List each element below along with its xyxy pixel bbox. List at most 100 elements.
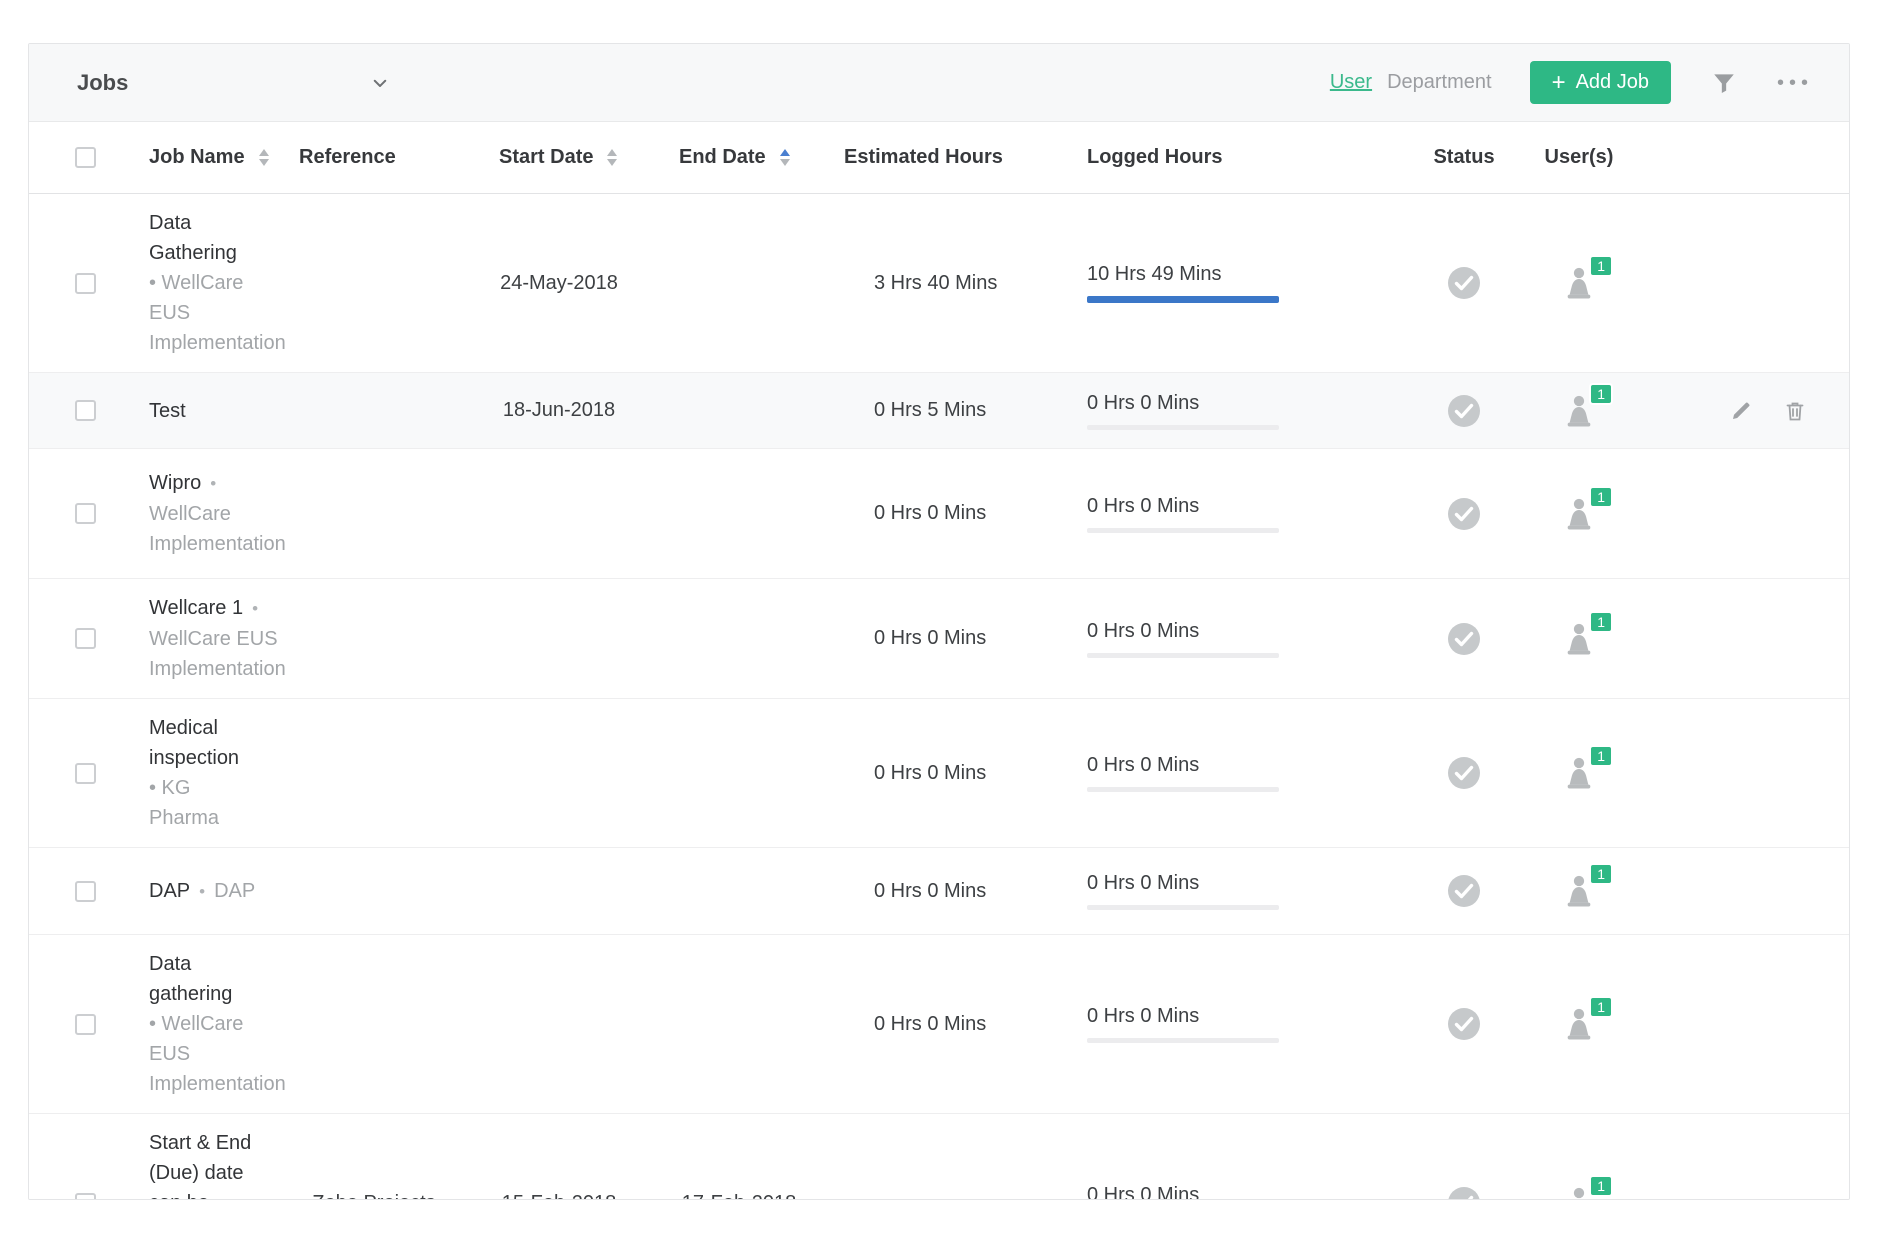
logged-hours-value: 0 Hrs 0 Mins — [1087, 620, 1199, 642]
logged-hours-cell: 0 Hrs 0 Mins — [1079, 1005, 1409, 1043]
header-status-label: Status — [1433, 146, 1494, 169]
row-checkbox[interactable] — [75, 1014, 96, 1035]
job-client-line: WellCare EUS — [149, 624, 279, 654]
row-checkbox-cell — [29, 881, 109, 902]
select-all-checkbox[interactable] — [75, 147, 96, 168]
table-row[interactable]: Wipro•WellCareImplementation 0 Hrs 0 Min… — [29, 449, 1849, 579]
assigned-users-avatar[interactable]: 1 — [1559, 871, 1599, 911]
job-name-line: can be — [149, 1188, 279, 1200]
job-client: DAP — [214, 880, 255, 902]
start-date-cell: 15-Feb-2018 — [469, 1192, 649, 1201]
table-row[interactable]: Data gathering• WellCareEUSImplementatio… — [29, 935, 1849, 1114]
estimated-hours-value: 0 Hrs 0 Mins — [874, 1013, 986, 1035]
assigned-users-avatar[interactable]: 1 — [1559, 1004, 1599, 1044]
progress-bar — [1087, 528, 1279, 533]
reference-cell: Zoho Projects — [279, 1192, 469, 1201]
logged-hours-value: 0 Hrs 0 Mins — [1087, 1005, 1199, 1027]
user-count-badge: 1 — [1589, 255, 1613, 277]
assigned-users-avatar[interactable]: 1 — [1559, 753, 1599, 793]
user-count-badge: 1 — [1589, 863, 1613, 885]
user-count-badge: 1 — [1589, 996, 1613, 1018]
filter-button[interactable] — [1711, 70, 1737, 96]
logged-hours-cell: 0 Hrs 0 Mins — [1079, 392, 1409, 430]
job-name-line: Test — [149, 396, 279, 426]
job-name-line: DAP•DAP — [149, 876, 279, 907]
estimated-hours-value: 0 Hrs 0 Mins — [874, 502, 986, 524]
table-row[interactable]: Test 18-Jun-2018 0 Hrs 5 Mins 0 Hrs 0 Mi… — [29, 373, 1849, 449]
estimated-hours-cell: - — [829, 1192, 1079, 1201]
delete-button[interactable] — [1783, 399, 1807, 423]
table-header: Job Name Reference Start Date End Date E… — [29, 122, 1849, 194]
assigned-users-avatar[interactable]: 1 — [1559, 1183, 1599, 1200]
row-checkbox[interactable] — [75, 763, 96, 784]
job-client-line: • WellCare — [149, 1009, 279, 1039]
filter-icon — [1711, 70, 1737, 96]
table-row[interactable]: Data Gathering• WellCareEUSImplementatio… — [29, 194, 1849, 373]
status-cell — [1409, 1186, 1519, 1200]
estimated-hours-cell: 0 Hrs 0 Mins — [829, 1013, 1079, 1036]
assigned-users-avatar[interactable]: 1 — [1559, 391, 1599, 431]
row-checkbox[interactable] — [75, 503, 96, 524]
job-name-line: Data gathering — [149, 949, 279, 1009]
header-end-date[interactable]: End Date — [649, 146, 829, 169]
sort-arrows-job-name[interactable] — [259, 149, 269, 166]
toggle-user[interactable]: User — [1330, 71, 1372, 94]
table-row[interactable]: Start & End(Due) datecan beprovided fort… — [29, 1114, 1849, 1200]
toggle-department[interactable]: Department — [1387, 71, 1492, 94]
add-job-label: Add Job — [1576, 71, 1649, 94]
jobs-view-dropdown[interactable]: Jobs — [77, 70, 389, 96]
job-client-line: WellCare — [149, 499, 279, 529]
status-completed-icon — [1447, 266, 1481, 300]
job-client-line: Implementation — [149, 328, 279, 358]
estimated-hours-value: 0 Hrs 5 Mins — [874, 399, 986, 421]
job-name-cell: Data gathering• WellCareEUSImplementatio… — [109, 935, 279, 1113]
sort-arrows-end-date[interactable] — [780, 149, 790, 166]
header-job-name[interactable]: Job Name — [109, 146, 279, 169]
header-reference-label: Reference — [299, 146, 396, 169]
progress-bar — [1087, 296, 1279, 303]
table-row[interactable]: DAP•DAP 0 Hrs 0 Mins 0 Hrs 0 Mins 1 — [29, 848, 1849, 935]
ellipsis-icon: ••• — [1777, 78, 1813, 88]
assigned-users-avatar[interactable]: 1 — [1559, 494, 1599, 534]
edit-button[interactable] — [1729, 399, 1753, 423]
row-checkbox[interactable] — [75, 273, 96, 294]
add-job-button[interactable]: + Add Job — [1530, 61, 1671, 104]
sort-arrows-start-date[interactable] — [607, 149, 617, 166]
header-logged-hours: Logged Hours — [1079, 146, 1409, 169]
header-start-date[interactable]: Start Date — [469, 146, 649, 169]
table-row[interactable]: Medicalinspection• KGPharma 0 Hrs 0 Mins… — [29, 699, 1849, 848]
status-cell — [1409, 1007, 1519, 1041]
estimated-hours-cell: 0 Hrs 5 Mins — [829, 399, 1079, 422]
row-checkbox[interactable] — [75, 400, 96, 421]
row-checkbox[interactable] — [75, 628, 96, 649]
logged-hours-cell: 0 Hrs 0 Mins — [1079, 620, 1409, 658]
table-row[interactable]: Wellcare 1•WellCare EUSImplementation 0 … — [29, 579, 1849, 699]
logged-hours-value: 0 Hrs 0 Mins — [1087, 754, 1199, 776]
row-checkbox-cell — [29, 628, 109, 649]
row-checkbox-cell — [29, 1193, 109, 1201]
bullet-separator: • — [210, 474, 216, 493]
status-completed-icon — [1447, 394, 1481, 428]
status-completed-icon — [1447, 756, 1481, 790]
assigned-users-avatar[interactable]: 1 — [1559, 263, 1599, 303]
assigned-users-avatar[interactable]: 1 — [1559, 619, 1599, 659]
users-cell: 1 — [1519, 263, 1639, 303]
logged-hours-cell: 0 Hrs 0 Mins — [1079, 495, 1409, 533]
status-cell — [1409, 497, 1519, 531]
status-completed-icon — [1447, 1007, 1481, 1041]
job-client-line: Pharma — [149, 803, 279, 833]
progress-bar — [1087, 905, 1279, 910]
row-checkbox[interactable] — [75, 1193, 96, 1201]
user-count-badge: 1 — [1589, 383, 1613, 405]
status-cell — [1409, 394, 1519, 428]
row-checkbox[interactable] — [75, 881, 96, 902]
more-options-button[interactable]: ••• — [1777, 78, 1813, 88]
job-name-line: Wipro• — [149, 468, 279, 499]
start-date-cell: 18-Jun-2018 — [469, 399, 649, 422]
users-cell: 1 — [1519, 619, 1639, 659]
estimated-hours-value: 3 Hrs 40 Mins — [874, 272, 997, 294]
user-count-badge: 1 — [1589, 1175, 1613, 1197]
status-cell — [1409, 622, 1519, 656]
job-name-cell: Test — [109, 382, 279, 440]
logged-hours-value: 10 Hrs 49 Mins — [1087, 263, 1222, 285]
